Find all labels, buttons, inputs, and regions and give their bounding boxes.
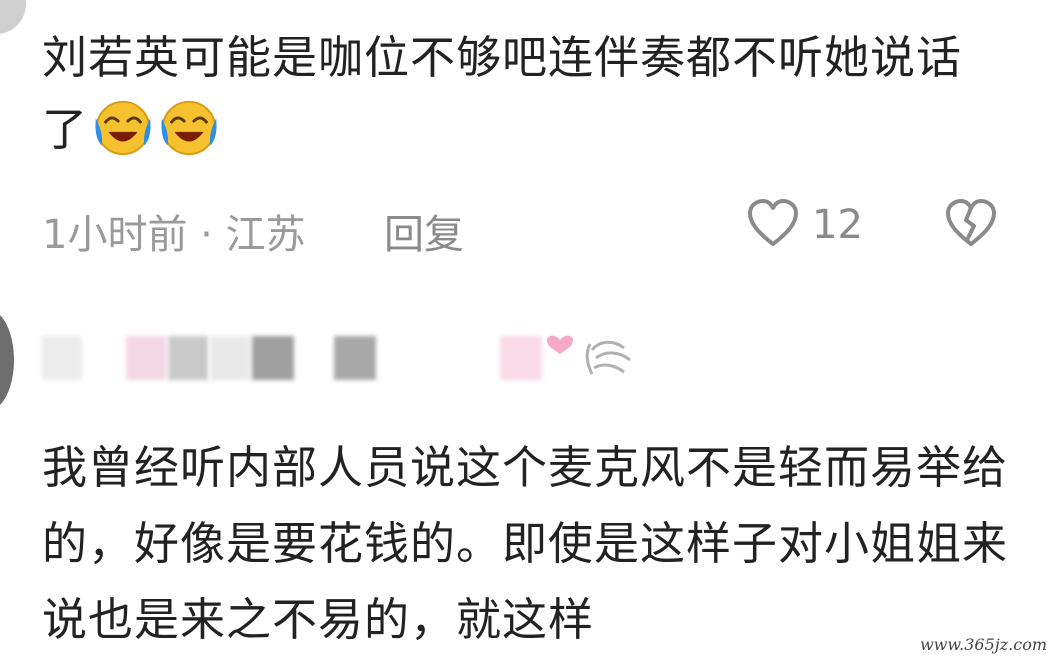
pink-heart-decoration-icon [547,335,631,375]
blur-segment [42,336,82,380]
blur-segment [210,336,250,380]
avatar-previous[interactable] [0,0,26,34]
comment-1-text: 刘若英可能是咖位不够吧连伴奏都不听她说话了 [42,22,1002,166]
watermark: www.365jz.com [917,635,1049,654]
laugh-cry-emoji-icon [95,100,151,156]
like-count: 12 [812,202,863,248]
heart-icon[interactable] [746,198,800,248]
broken-heart-icon[interactable] [944,198,998,248]
blurred-username[interactable] [42,335,631,380]
blur-segment [252,336,294,380]
time-location: 1小时前 · 江苏 [42,212,306,258]
blur-segment [126,336,166,380]
comment-2-text: 我曾经听内部人员说这个麦克风不是轻而易举给的，好像是要花钱的。即使是这样子对小姐… [42,441,1009,646]
laugh-cry-emoji-icon [161,100,217,156]
blur-segment [334,336,376,380]
comment-1-meta: 1小时前 · 江苏 回复 12 [42,196,1002,258]
blur-segment [168,336,208,380]
comment-2: 我曾经听内部人员说这个麦克风不是轻而易举给的，好像是要花钱的。即使是这样子对小姐… [42,430,1032,658]
comment-1: 刘若英可能是咖位不够吧连伴奏都不听她说话了 [42,22,1002,166]
blur-segment [500,336,542,380]
avatar[interactable] [0,310,14,410]
reply-button[interactable]: 回复 [384,202,464,260]
